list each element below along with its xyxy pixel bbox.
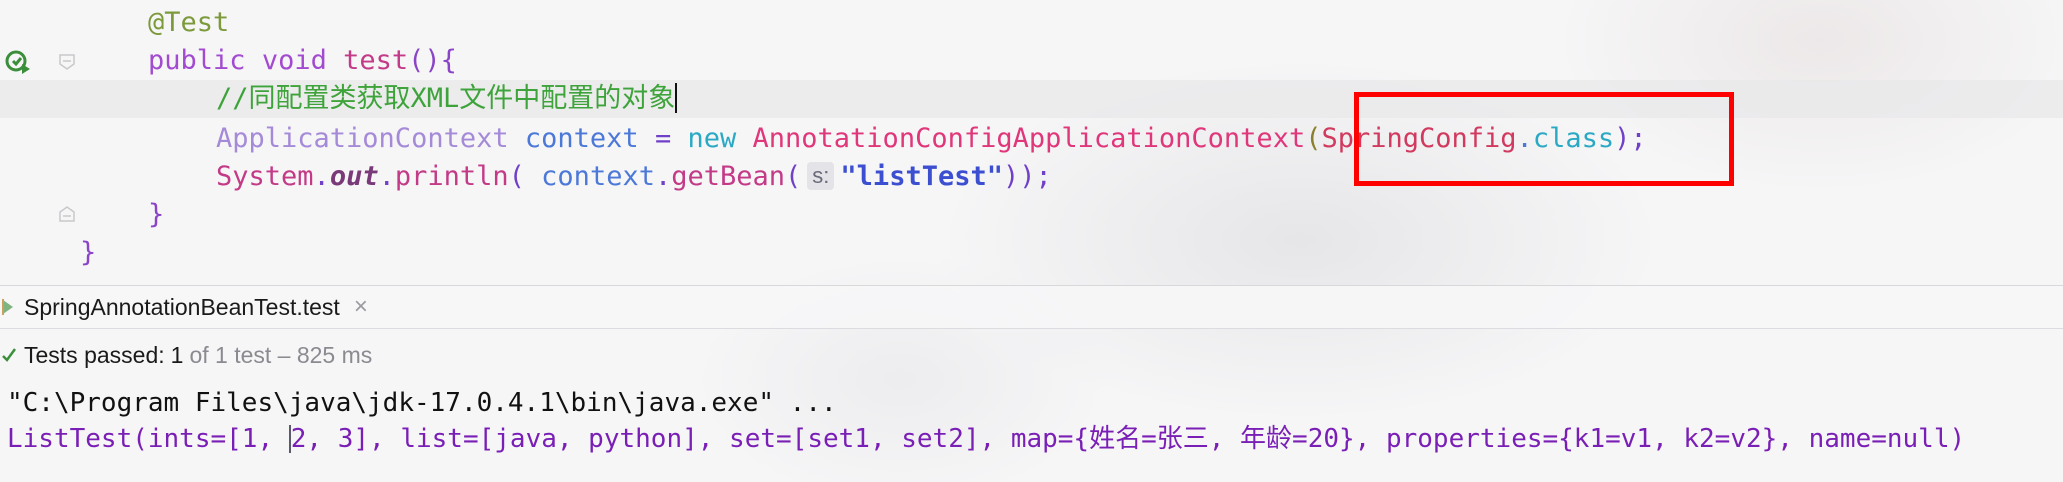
fold-end-icon[interactable] (58, 205, 76, 223)
getbean-open-paren: ( (785, 161, 802, 192)
fold-method-icon[interactable] (58, 53, 76, 71)
comment-text: //同配置类获取XML文件中配置的对象 (216, 83, 676, 114)
run-tab-label: SpringAnnotationBeanTest.test (24, 293, 340, 320)
open-paren: ( (1305, 123, 1322, 154)
editor-gutter (0, 0, 90, 278)
method-println: println (394, 161, 509, 192)
run-tab[interactable]: SpringAnnotationBeanTest.test × (0, 286, 368, 328)
status-count: 1 (170, 341, 184, 368)
test-status-bar: Tests passed: 1 of 1 test – 825 ms (0, 333, 2063, 377)
method-tail: (){ (408, 45, 457, 76)
status-detail: of 1 test – 825 ms (189, 341, 373, 368)
string-literal: "listTest" (840, 161, 1003, 192)
variable-context: context (524, 123, 639, 154)
console-output-part-b: 2, 3], list=[java, python], set=[set1, s… (290, 424, 1966, 454)
code-line-println: System.out.println( context.getBean(s: "l… (216, 161, 1052, 192)
run-tool-window-tabbar: SpringAnnotationBeanTest.test × (0, 285, 2063, 329)
type-application-context: ApplicationContext (216, 123, 509, 154)
text-cursor (675, 83, 678, 113)
class-annotation-config-context: AnnotationConfigApplicationContext (752, 123, 1306, 154)
code-line-comment: //同配置类获取XML文件中配置的对象 (216, 80, 678, 118)
console-command-line: "C:\Program Files\java\jdk-17.0.4.1\bin\… (7, 388, 837, 418)
close-icon[interactable]: × (354, 293, 368, 321)
parameter-hint: s: (807, 162, 835, 190)
check-icon (2, 348, 16, 362)
status-label: Tests passed: (24, 341, 165, 368)
method-name: test (343, 45, 409, 76)
code-editor[interactable]: @Test public void test(){ //同配置类获取XML文件中… (0, 0, 2063, 278)
code-line-annotation: @Test (148, 4, 229, 42)
keyword-public: public (148, 45, 246, 76)
field-out: out (329, 161, 379, 192)
class-system: System (216, 161, 314, 192)
annotation-token: @Test (148, 7, 230, 38)
run-test-icon[interactable] (4, 48, 32, 76)
println-open-paren: ( (508, 161, 542, 192)
highlight-annotation-box (1354, 92, 1734, 186)
keyword-new: new (687, 123, 737, 154)
code-line-close-class: } (80, 234, 96, 272)
close-call: )); (1002, 161, 1052, 192)
code-line-close-method: } (148, 196, 164, 234)
variable-context-usage: context (541, 161, 655, 192)
close-brace-method: } (148, 199, 165, 230)
console-output-part-a: ListTest(ints=[1, (7, 424, 289, 454)
console-output-line: ListTest(ints=[1, 2, 3], list=[java, pyt… (7, 422, 1965, 456)
run-config-icon (2, 299, 13, 315)
close-brace-class: } (80, 237, 97, 268)
keyword-void: void (261, 45, 327, 76)
method-getbean: getBean (671, 161, 786, 192)
code-line-method-signature: public void test(){ (148, 42, 457, 80)
assign-operator: = (654, 123, 672, 154)
